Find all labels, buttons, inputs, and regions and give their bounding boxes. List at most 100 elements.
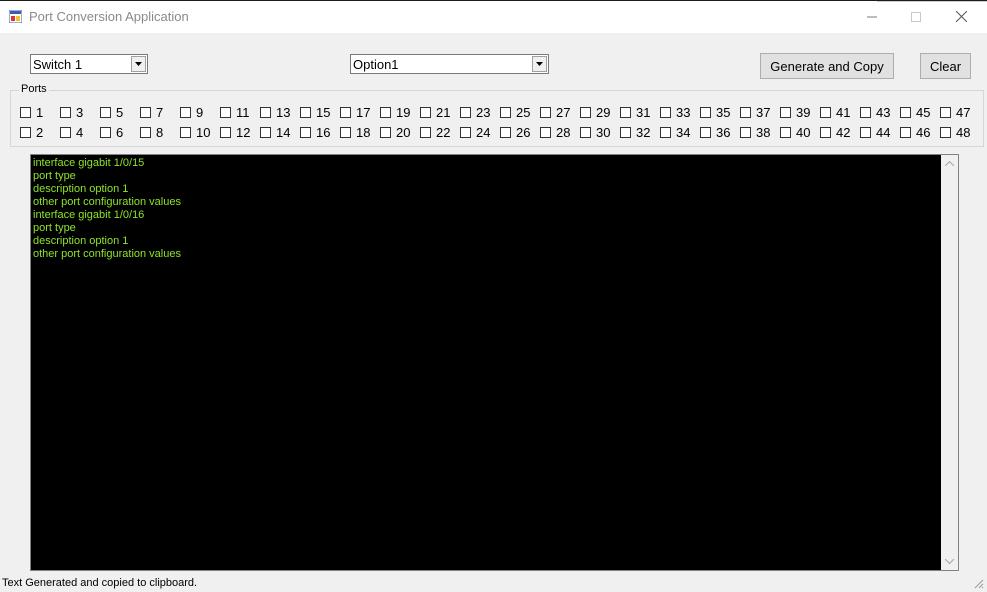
checkbox-box[interactable]: [860, 107, 871, 118]
port-checkbox-40[interactable]: 40: [780, 125, 810, 140]
port-checkbox-5[interactable]: 5: [100, 105, 123, 120]
port-checkbox-15[interactable]: 15: [300, 105, 330, 120]
generate-and-copy-button[interactable]: Generate and Copy: [760, 53, 894, 79]
checkbox-box[interactable]: [500, 107, 511, 118]
port-checkbox-12[interactable]: 12: [220, 125, 250, 140]
port-checkbox-35[interactable]: 35: [700, 105, 730, 120]
close-button[interactable]: [938, 1, 984, 32]
switch-select[interactable]: Switch 1: [30, 54, 148, 74]
checkbox-box[interactable]: [420, 127, 431, 138]
checkbox-box[interactable]: [340, 107, 351, 118]
port-checkbox-7[interactable]: 7: [140, 105, 163, 120]
scroll-down-button[interactable]: [941, 553, 958, 570]
checkbox-box[interactable]: [940, 127, 951, 138]
checkbox-box[interactable]: [620, 127, 631, 138]
checkbox-box[interactable]: [220, 127, 231, 138]
port-checkbox-18[interactable]: 18: [340, 125, 370, 140]
port-checkbox-2[interactable]: 2: [20, 125, 43, 140]
checkbox-box[interactable]: [820, 107, 831, 118]
port-checkbox-11[interactable]: 11: [220, 105, 250, 120]
port-checkbox-29[interactable]: 29: [580, 105, 610, 120]
port-checkbox-46[interactable]: 46: [900, 125, 930, 140]
port-checkbox-25[interactable]: 25: [500, 105, 530, 120]
checkbox-box[interactable]: [580, 127, 591, 138]
checkbox-box[interactable]: [580, 107, 591, 118]
port-checkbox-6[interactable]: 6: [100, 125, 123, 140]
checkbox-box[interactable]: [140, 107, 151, 118]
checkbox-box[interactable]: [60, 107, 71, 118]
port-checkbox-3[interactable]: 3: [60, 105, 83, 120]
checkbox-box[interactable]: [940, 107, 951, 118]
port-checkbox-14[interactable]: 14: [260, 125, 290, 140]
port-checkbox-22[interactable]: 22: [420, 125, 450, 140]
port-checkbox-37[interactable]: 37: [740, 105, 770, 120]
port-checkbox-39[interactable]: 39: [780, 105, 810, 120]
checkbox-box[interactable]: [900, 127, 911, 138]
port-checkbox-28[interactable]: 28: [540, 125, 570, 140]
port-checkbox-26[interactable]: 26: [500, 125, 530, 140]
checkbox-box[interactable]: [540, 127, 551, 138]
port-checkbox-13[interactable]: 13: [260, 105, 290, 120]
checkbox-box[interactable]: [300, 127, 311, 138]
port-checkbox-20[interactable]: 20: [380, 125, 410, 140]
checkbox-box[interactable]: [700, 127, 711, 138]
checkbox-box[interactable]: [780, 107, 791, 118]
port-checkbox-16[interactable]: 16: [300, 125, 330, 140]
checkbox-box[interactable]: [380, 107, 391, 118]
port-checkbox-10[interactable]: 10: [180, 125, 210, 140]
port-checkbox-4[interactable]: 4: [60, 125, 83, 140]
checkbox-box[interactable]: [260, 107, 271, 118]
checkbox-box[interactable]: [340, 127, 351, 138]
checkbox-box[interactable]: [60, 127, 71, 138]
scroll-up-button[interactable]: [941, 155, 958, 172]
minimize-button[interactable]: [849, 1, 895, 32]
port-checkbox-27[interactable]: 27: [540, 105, 570, 120]
clear-button[interactable]: Clear: [920, 53, 971, 79]
checkbox-box[interactable]: [180, 107, 191, 118]
checkbox-box[interactable]: [100, 107, 111, 118]
port-checkbox-24[interactable]: 24: [460, 125, 490, 140]
checkbox-box[interactable]: [140, 127, 151, 138]
option-select-dropdown-button[interactable]: [532, 56, 547, 72]
port-checkbox-44[interactable]: 44: [860, 125, 890, 140]
port-checkbox-42[interactable]: 42: [820, 125, 850, 140]
checkbox-box[interactable]: [860, 127, 871, 138]
checkbox-box[interactable]: [420, 107, 431, 118]
checkbox-box[interactable]: [500, 127, 511, 138]
checkbox-box[interactable]: [900, 107, 911, 118]
port-checkbox-43[interactable]: 43: [860, 105, 890, 120]
port-checkbox-19[interactable]: 19: [380, 105, 410, 120]
port-checkbox-30[interactable]: 30: [580, 125, 610, 140]
checkbox-box[interactable]: [540, 107, 551, 118]
checkbox-box[interactable]: [660, 107, 671, 118]
title-bar[interactable]: Port Conversion Application: [0, 1, 987, 33]
checkbox-box[interactable]: [180, 127, 191, 138]
checkbox-box[interactable]: [740, 107, 751, 118]
checkbox-box[interactable]: [20, 127, 31, 138]
checkbox-box[interactable]: [820, 127, 831, 138]
checkbox-box[interactable]: [660, 127, 671, 138]
port-checkbox-31[interactable]: 31: [620, 105, 650, 120]
port-checkbox-34[interactable]: 34: [660, 125, 690, 140]
port-checkbox-1[interactable]: 1: [20, 105, 43, 120]
port-checkbox-17[interactable]: 17: [340, 105, 370, 120]
checkbox-box[interactable]: [220, 107, 231, 118]
checkbox-box[interactable]: [740, 127, 751, 138]
port-checkbox-32[interactable]: 32: [620, 125, 650, 140]
checkbox-box[interactable]: [700, 107, 711, 118]
switch-select-dropdown-button[interactable]: [131, 56, 146, 72]
checkbox-box[interactable]: [20, 107, 31, 118]
resize-grip-icon[interactable]: [972, 577, 984, 589]
port-checkbox-45[interactable]: 45: [900, 105, 930, 120]
port-checkbox-38[interactable]: 38: [740, 125, 770, 140]
port-checkbox-36[interactable]: 36: [700, 125, 730, 140]
output-textbox[interactable]: interface gigabit 1/0/15 port type descrip…: [30, 154, 959, 571]
checkbox-box[interactable]: [380, 127, 391, 138]
option-select[interactable]: Option1: [350, 54, 549, 74]
port-checkbox-23[interactable]: 23: [460, 105, 490, 120]
checkbox-box[interactable]: [780, 127, 791, 138]
port-checkbox-21[interactable]: 21: [420, 105, 450, 120]
vertical-scrollbar[interactable]: [941, 155, 958, 570]
checkbox-box[interactable]: [300, 107, 311, 118]
port-checkbox-9[interactable]: 9: [180, 105, 203, 120]
